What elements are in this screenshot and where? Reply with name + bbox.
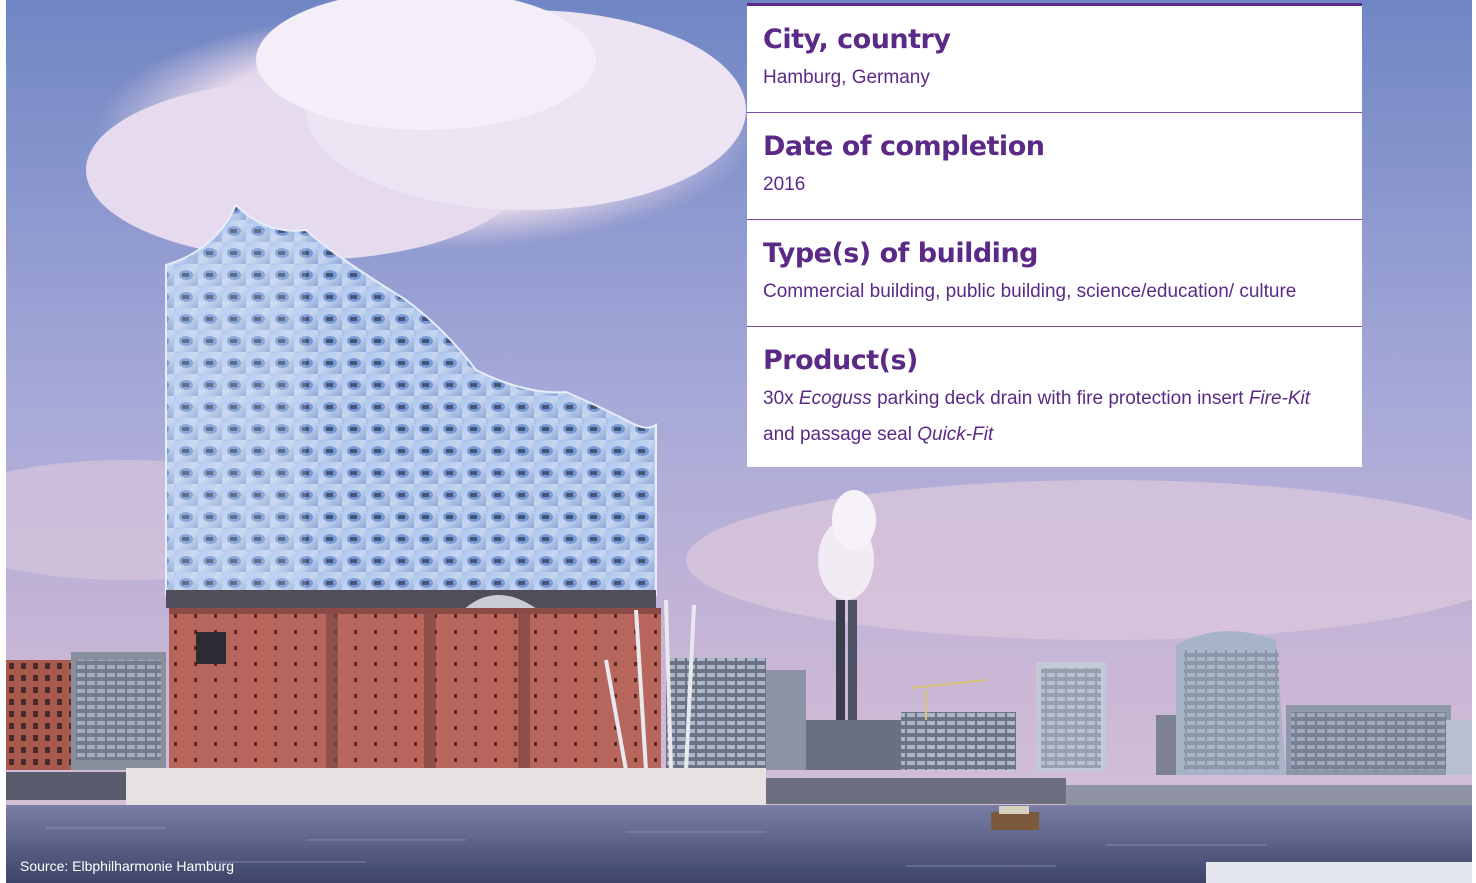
completion-date-value: 2016 [763, 174, 806, 195]
city-country-heading: City, country [763, 24, 951, 55]
products-value: 30x Ecoguss parking deck drain with fire… [763, 381, 1346, 453]
product-ecoguss: Ecoguss [798, 388, 872, 409]
city-country-value: Hamburg, Germany [763, 67, 930, 88]
products-heading: Product(s) [763, 345, 918, 376]
building-type-section: Type(s) of building Commercial building,… [747, 220, 1362, 327]
product-fire-kit: Fire-Kit [1248, 388, 1311, 409]
building-type-value: Commercial building, public building, sc… [763, 281, 1297, 302]
products-text-2: parking deck drain with fire protection … [871, 388, 1249, 409]
product-quick-fit: Quick-Fit [917, 424, 994, 445]
products-text-3: and passage seal [763, 424, 918, 445]
project-info-card: City, country Hamburg, Germany Date of c… [747, 3, 1362, 467]
photo-source-caption: Source: Elbphilharmonie Hamburg [20, 858, 234, 874]
building-type-heading: Type(s) of building [763, 238, 1039, 269]
completion-date-section: Date of completion 2016 [747, 113, 1362, 220]
city-country-section: City, country Hamburg, Germany [747, 6, 1362, 113]
completion-date-heading: Date of completion [763, 131, 1045, 162]
products-section: Product(s) 30x Ecoguss parking deck drai… [747, 327, 1362, 467]
products-text-1: 30x [763, 388, 799, 409]
